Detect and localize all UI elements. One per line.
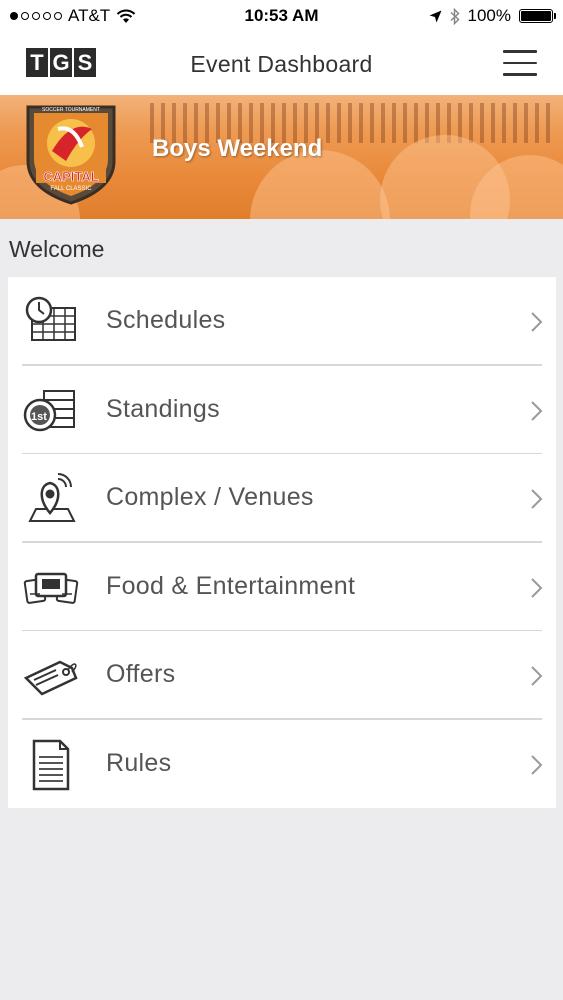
- tag-icon: [23, 660, 78, 696]
- chevron-right-icon: [531, 666, 543, 686]
- menu-item-offers[interactable]: Offers: [8, 631, 556, 720]
- crest-sub-text: FALL CLASSIC: [50, 186, 92, 192]
- chevron-right-icon: [531, 577, 543, 598]
- menu-item-label: Food & Entertainment: [106, 571, 356, 600]
- event-title: Boys Weekend: [152, 135, 323, 162]
- bluetooth-icon: [450, 7, 460, 25]
- menu-item-food-entertainment[interactable]: Food & Entertainment: [8, 543, 556, 631]
- menu-item-schedules[interactable]: Schedules: [8, 277, 556, 366]
- chevron-right-icon: [531, 312, 543, 332]
- event-banner: SOCCER TOURNAMENT CAPITAL FALL CLASSIC B…: [0, 95, 563, 219]
- menu-item-standings[interactable]: 1st Standings: [8, 366, 556, 454]
- tickets-icon: [23, 572, 79, 604]
- crest-main-text: CAPITAL: [43, 169, 98, 184]
- status-bar: AT&T 10:53 AM 100%: [0, 0, 563, 32]
- menu-item-label: Rules: [106, 748, 172, 777]
- capital-fall-classic-crest-logo: SOCCER TOURNAMENT CAPITAL FALL CLASSIC: [26, 105, 116, 205]
- menu-item-label: Complex / Venues: [106, 483, 314, 511]
- menu-item-label: Offers: [106, 660, 176, 688]
- chevron-right-icon: [531, 400, 543, 421]
- menu-item-label: Standings: [106, 394, 220, 423]
- venue-map-icon: [28, 473, 76, 522]
- svg-text:1st: 1st: [31, 411, 47, 423]
- nav-bar: T G S Event Dashboard: [0, 32, 563, 95]
- hamburger-icon: [503, 50, 537, 53]
- battery-percent: 100%: [467, 6, 511, 25]
- menu-item-label: Schedules: [106, 306, 226, 334]
- battery-icon: [519, 9, 556, 23]
- chevron-right-icon: [531, 489, 543, 509]
- crest-top-text: SOCCER TOURNAMENT: [42, 107, 100, 113]
- page-title: Event Dashboard: [190, 51, 373, 77]
- document-icon: [32, 739, 70, 790]
- status-right: 100%: [429, 6, 556, 26]
- dashboard-menu: Schedules 1st Standings Complex / Venues: [8, 277, 556, 808]
- menu-item-rules[interactable]: Rules: [8, 720, 556, 809]
- standings-icon: 1st: [23, 389, 75, 431]
- section-heading: Welcome: [9, 236, 105, 262]
- hamburger-menu-button[interactable]: [503, 50, 537, 78]
- chevron-right-icon: [531, 754, 543, 775]
- schedule-icon: [25, 296, 76, 341]
- menu-item-complex-venues[interactable]: Complex / Venues: [8, 454, 556, 543]
- location-arrow-icon: [429, 10, 442, 22]
